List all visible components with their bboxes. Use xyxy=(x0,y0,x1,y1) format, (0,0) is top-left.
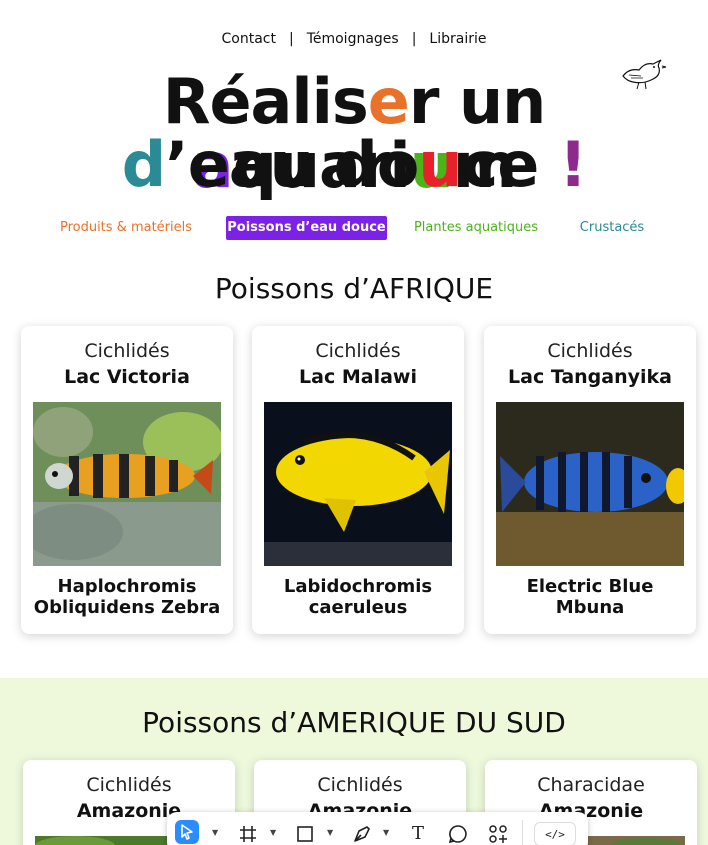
chevron-down-icon[interactable]: ▼ xyxy=(270,828,276,837)
fish-card[interactable]: Cichlidés Lac Tanganyika Electric Blue Mb… xyxy=(484,326,696,634)
fish-card[interactable]: Cichlidés Lac Victoria Haplochromis Obliq… xyxy=(21,326,233,634)
nav-separator: | xyxy=(288,31,294,47)
card-region: Lac Malawi xyxy=(299,366,417,388)
fish-photo xyxy=(33,402,221,566)
card-region: Lac Tanganyika xyxy=(508,366,672,388)
card-region: Lac Victoria xyxy=(64,366,190,388)
nav-link-temoignages[interactable]: Témoignages xyxy=(307,31,399,47)
fish-card[interactable]: Cichlidés Lac Malawi Labidochromis caerul… xyxy=(252,326,464,634)
chevron-down-icon[interactable]: ▼ xyxy=(327,828,333,837)
card-species: Labidochromis caeruleus xyxy=(283,576,433,618)
chevron-down-icon[interactable]: ▼ xyxy=(212,828,218,837)
chevron-down-icon[interactable]: ▼ xyxy=(383,828,389,837)
card-species: Electric Blue Mbuna xyxy=(526,576,654,618)
card-family: Cichlidés xyxy=(317,774,403,796)
page-title-line-2: d’eau douce ! xyxy=(121,128,587,201)
nav-link-contact[interactable]: Contact xyxy=(222,31,276,47)
card-family: Cichlidés xyxy=(86,774,172,796)
rectangle-icon[interactable] xyxy=(293,822,317,845)
card-family: Cichlidés xyxy=(547,340,633,362)
section-title-amerique: Poissons d’AMERIQUE DU SUD xyxy=(142,706,566,739)
cursor-icon[interactable] xyxy=(175,820,199,844)
category-poissons[interactable]: Poissons d’eau douce xyxy=(226,216,387,240)
comment-icon[interactable] xyxy=(446,822,470,845)
code-icon[interactable]: </> xyxy=(534,822,576,845)
category-produits[interactable]: Produits & matériels xyxy=(58,216,194,240)
components-icon[interactable] xyxy=(486,822,510,845)
toolbar-divider xyxy=(522,820,523,845)
top-nav: Contact | Témoignages | Librairie xyxy=(0,31,708,47)
card-family: Cichlidés xyxy=(84,340,170,362)
category-nav: Produits & matériels Poissons d’eau douc… xyxy=(0,216,708,240)
category-crustaces[interactable]: Crustacés xyxy=(578,216,646,240)
fish-photo xyxy=(496,402,684,566)
section-title-afrique: Poissons d’AFRIQUE xyxy=(214,272,494,305)
card-species: Haplochromis Obliquidens Zebra xyxy=(33,576,221,618)
nav-link-librairie[interactable]: Librairie xyxy=(429,31,486,47)
fish-photo xyxy=(264,402,452,566)
text-icon[interactable]: T xyxy=(406,822,430,845)
design-toolbar: ▼ ▼ ▼ ▼ T </> xyxy=(167,812,588,845)
card-family: Cichlidés xyxy=(315,340,401,362)
card-family: Characidae xyxy=(537,774,645,796)
nav-separator: | xyxy=(411,31,417,47)
pen-icon[interactable] xyxy=(350,822,374,845)
category-plantes[interactable]: Plantes aquatiques xyxy=(411,216,541,240)
bird-icon xyxy=(622,59,667,90)
frame-icon[interactable] xyxy=(236,822,260,845)
